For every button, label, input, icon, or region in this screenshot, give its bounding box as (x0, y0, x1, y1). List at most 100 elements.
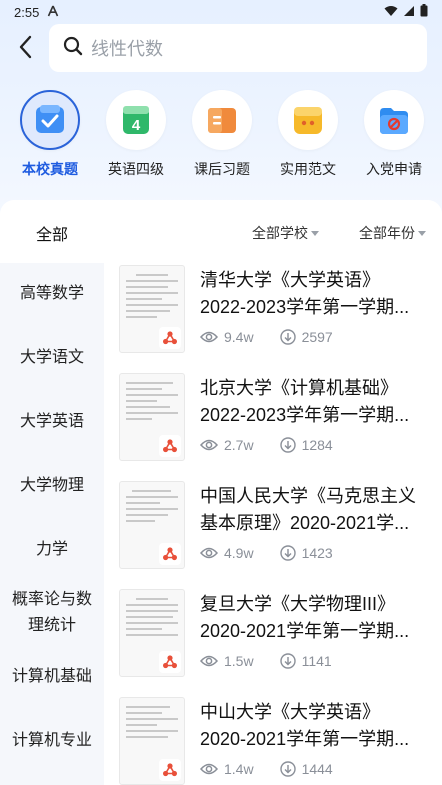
category-exam-papers[interactable]: 本校真题 (7, 90, 93, 179)
document-item[interactable]: 复旦大学《大学物理III》 2020-2021学年第一学期... 1.5w 11… (104, 587, 442, 695)
category-sample-essays[interactable]: 实用范文 (265, 90, 351, 179)
sidebar-item-english[interactable]: 大学英语 (0, 409, 104, 435)
download-count: 1284 (279, 437, 333, 453)
svg-text:4: 4 (132, 117, 141, 134)
eye-icon (200, 763, 218, 775)
sidebar-item-label: 大学语文 (19, 349, 84, 366)
battery-icon (420, 4, 428, 20)
eye-icon (200, 439, 218, 451)
document-item[interactable]: 中国人民大学《马克思主义 基本原理》2020-2021学... 4.9w 142… (104, 479, 442, 587)
document-meta: 2.7w 1284 (200, 437, 359, 453)
wifi-icon (384, 5, 398, 20)
document-title-line2: 2022-2023学年第一学期... (200, 405, 410, 425)
download-count-value: 2597 (301, 329, 333, 345)
view-count: 9.4w (200, 329, 254, 345)
pdf-icon (159, 543, 181, 565)
document-item[interactable]: 清华大学《大学英语》 2022-2023学年第一学期... 9.4w 2597 (104, 263, 442, 371)
view-count: 1.4w (200, 761, 254, 777)
document-thumbnail (119, 265, 185, 353)
download-count-value: 1444 (301, 761, 333, 777)
search-icon (63, 36, 83, 61)
view-count: 1.5w (200, 653, 254, 669)
sidebar-item-label: 计算机基础 (11, 668, 92, 685)
pdf-icon (159, 435, 181, 457)
document-title-line2: 2020-2021学年第一学期... (200, 729, 410, 749)
document-title: 中山大学《大学英语》 2020-2021学年第一学期... (200, 699, 430, 753)
document-item[interactable]: 中山大学《大学英语》 2020-2021学年第一学期... 1.4w 1444 (104, 695, 442, 785)
back-arrow-icon (18, 35, 32, 64)
document-item[interactable]: 北京大学《计算机基础》 2022-2023学年第一学期... 2.7w 1284 (104, 371, 442, 479)
sidebar-item-mechanics[interactable]: 力学 (0, 537, 104, 563)
view-count: 4.9w (200, 545, 254, 561)
sidebar-item-probability[interactable]: 概率论与数 理统计 (0, 587, 104, 639)
download-count: 1444 (279, 761, 333, 777)
category-label: 入党申请 (366, 161, 422, 177)
document-thumbnail (119, 697, 185, 785)
document-meta: 4.9w 1423 (200, 545, 359, 561)
eye-icon (200, 655, 218, 667)
download-icon (279, 545, 296, 561)
school-filter-label: 全部学校 (252, 225, 308, 241)
document-list: 清华大学《大学英语》 2022-2023学年第一学期... 9.4w 2597 (104, 263, 442, 785)
category-exercises[interactable]: 课后习题 (179, 90, 265, 179)
search-row: 线性代数 (0, 24, 442, 74)
download-icon (279, 329, 296, 345)
pdf-icon (159, 651, 181, 673)
download-icon (279, 761, 296, 777)
year-filter-dropdown[interactable]: 全部年份 (359, 223, 426, 243)
eye-icon (200, 547, 218, 559)
category-party-application[interactable]: 入党申请 (351, 90, 437, 179)
category-label: 英语四级 (108, 161, 164, 177)
sidebar-item-label: 高等数学 (19, 285, 84, 302)
eye-icon (200, 331, 218, 343)
document-meta: 9.4w 2597 (200, 329, 359, 345)
sidebar-item-physics[interactable]: 大学物理 (0, 473, 104, 499)
sidebar-item-label: 计算机专业 (11, 732, 92, 749)
document-title-line2: 2020-2021学年第一学期... (200, 621, 410, 641)
search-input[interactable]: 线性代数 (49, 24, 427, 72)
sample-essay-icon (278, 90, 338, 150)
download-count-value: 1284 (301, 437, 333, 453)
filter-row: 全部 全部学校 全部年份 (0, 200, 442, 263)
back-button[interactable] (0, 24, 50, 74)
view-count-value: 1.4w (224, 761, 254, 777)
view-count: 2.7w (200, 437, 254, 453)
document-meta: 1.4w 1444 (200, 761, 359, 777)
document-thumbnail (119, 481, 185, 569)
document-title: 中国人民大学《马克思主义 基本原理》2020-2021学... (200, 483, 430, 537)
status-bar: 2:55 (0, 0, 442, 24)
document-title-line1: 清华大学《大学英语》 (200, 270, 380, 290)
document-title-line2: 2022-2023学年第一学期... (200, 297, 410, 317)
document-title-line1: 中国人民大学《马克思主义 (200, 486, 416, 506)
tab-all[interactable]: 全部 (36, 221, 68, 245)
view-count-value: 4.9w (224, 545, 254, 561)
view-count-value: 2.7w (224, 437, 254, 453)
document-title-line1: 北京大学《计算机基础》 (200, 378, 398, 398)
category-label: 本校真题 (22, 161, 78, 177)
sidebar-item-label: 大学英语 (19, 413, 84, 430)
exam-paper-icon (20, 90, 80, 150)
signal-icon (403, 5, 415, 20)
pdf-icon (159, 759, 181, 781)
exercise-book-icon (192, 90, 252, 150)
sidebar-item-label: 大学物理 (19, 477, 84, 494)
year-filter-label: 全部年份 (359, 225, 415, 241)
category-label: 实用范文 (280, 161, 336, 177)
sidebar-item-computer-basics[interactable]: 计算机基础 (0, 664, 104, 690)
document-title: 复旦大学《大学物理III》 2020-2021学年第一学期... (200, 591, 430, 645)
sidebar-item-chinese[interactable]: 大学语文 (0, 345, 104, 371)
category-row: 本校真题 4 英语四级 课后习题 实用范文 入党申请 (0, 90, 442, 185)
download-icon (279, 653, 296, 669)
document-title-line1: 中山大学《大学英语》 (200, 702, 380, 722)
document-meta: 1.5w 1141 (200, 653, 358, 669)
sidebar-item-advanced-math[interactable]: 高等数学 (0, 281, 104, 307)
download-icon (279, 437, 296, 453)
download-count-value: 1141 (301, 653, 332, 669)
document-title: 清华大学《大学英语》 2022-2023学年第一学期... (200, 267, 430, 321)
category-cet4[interactable]: 4 英语四级 (93, 90, 179, 179)
sidebar-item-label: 力学 (35, 541, 68, 558)
subject-sidebar: 高等数学 大学语文 大学英语 大学物理 力学 概率论与数 理统计 计算机基础 计… (0, 263, 104, 785)
document-title-line2: 基本原理》2020-2021学... (200, 513, 410, 533)
school-filter-dropdown[interactable]: 全部学校 (252, 223, 319, 243)
sidebar-item-computer-major[interactable]: 计算机专业 (0, 728, 104, 754)
